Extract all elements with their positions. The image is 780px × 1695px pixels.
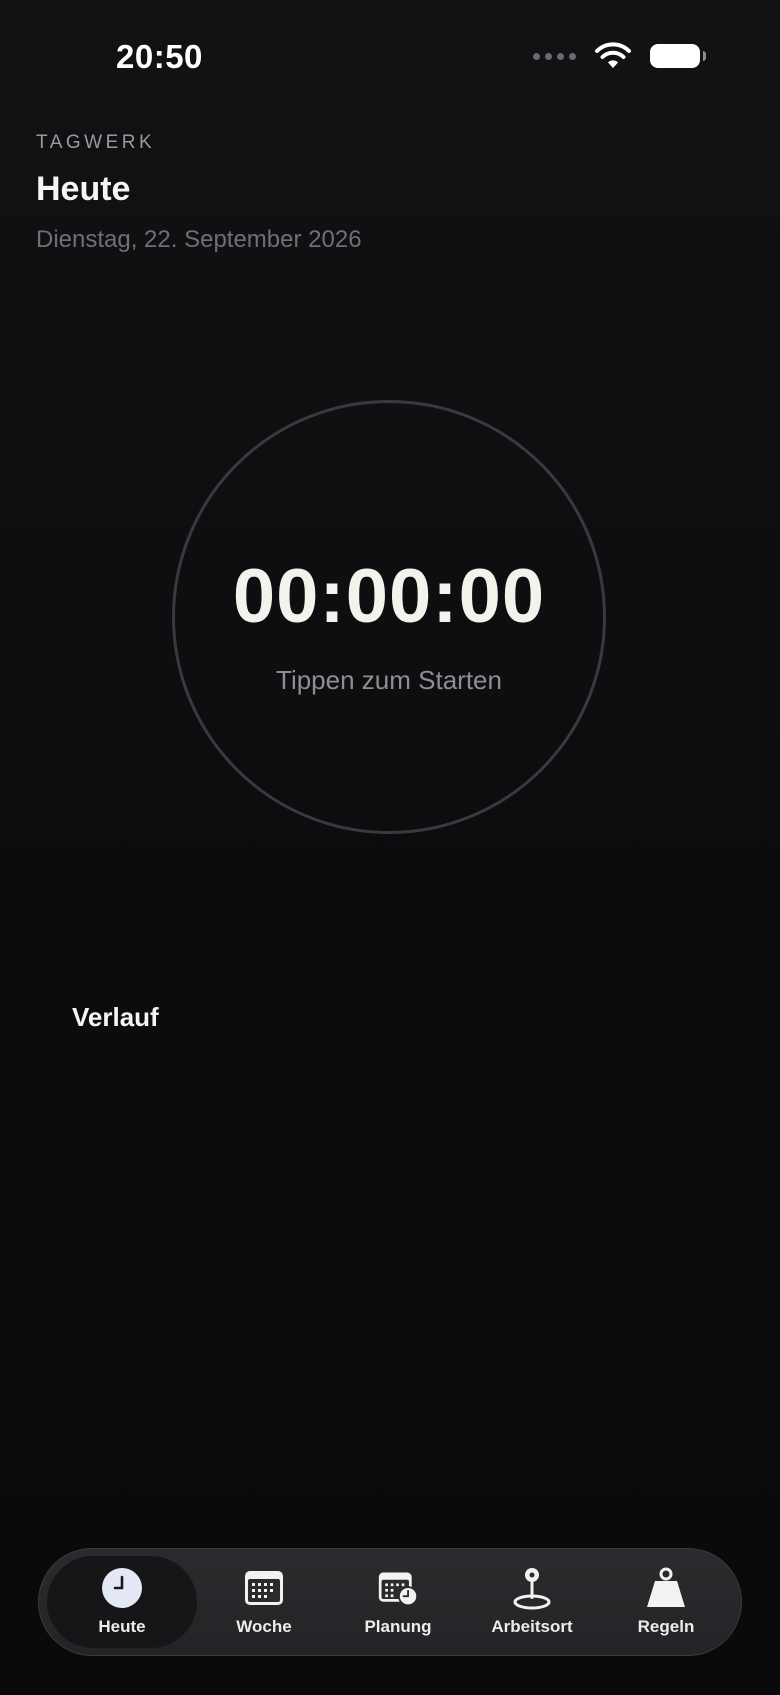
battery-icon [650,44,706,68]
tab-label: Planung [364,1617,432,1636]
tab-label: Regeln [637,1617,695,1636]
tab-arbeitsort[interactable]: Arbeitsort [465,1556,599,1648]
tab-label: Arbeitsort [491,1617,573,1636]
wifi-icon [595,42,631,68]
clock-icon [101,1567,143,1609]
weight-icon [645,1567,687,1609]
tab-heute[interactable]: Heute [47,1556,197,1648]
app-label: TAGWERK [36,132,156,153]
status-time: 20:50 [116,38,203,75]
calendar-clock-icon [377,1567,419,1609]
timer-value: 00:00:00 [232,554,546,639]
status-bar: 20:50 [0,0,780,110]
timer-hint: Tippen zum Starten [276,665,502,695]
tab-woche[interactable]: Woche [197,1556,331,1648]
cellular-signal-icon [533,52,576,60]
page-title: Heute [36,170,131,208]
page-date: Dienstag, 22. September 2026 [36,226,362,253]
tab-label: Woche [236,1617,292,1636]
tab-bar: Heute Woche Planung Arbeitsort Regeln [38,1548,742,1656]
tab-label: Heute [98,1617,146,1636]
timer-start-button[interactable]: 00:00:00 Tippen zum Starten [172,400,606,834]
calendar-icon [243,1567,285,1609]
tab-planung[interactable]: Planung [331,1556,465,1648]
location-pin-icon [511,1567,553,1610]
history-title: Verlauf [72,1002,159,1032]
tab-regeln[interactable]: Regeln [599,1556,733,1648]
status-icons [533,42,706,70]
